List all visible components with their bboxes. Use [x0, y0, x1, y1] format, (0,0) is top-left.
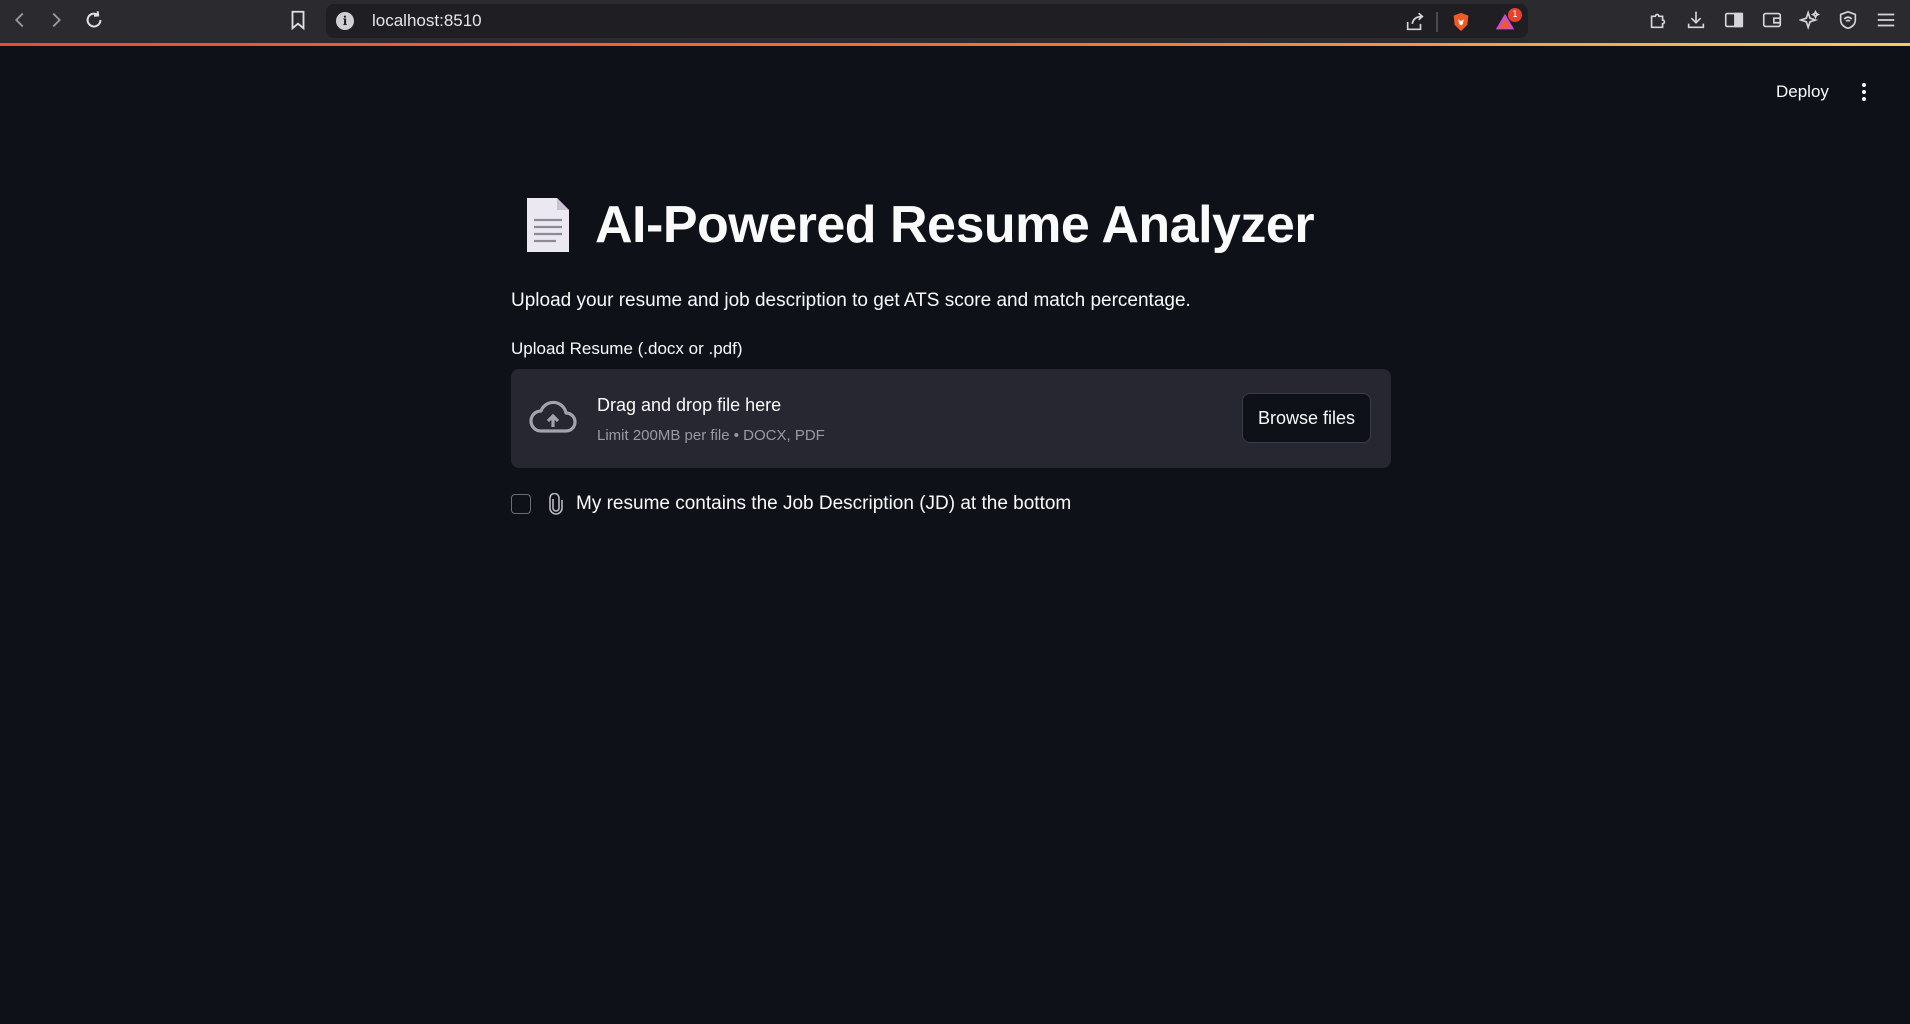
paperclip-icon: [549, 493, 563, 515]
loading-accent-line: [0, 43, 1910, 46]
address-bar[interactable]: i localhost:8510 1: [326, 4, 1528, 38]
file-dropzone[interactable]: Drag and drop file here Limit 200MB per …: [511, 369, 1391, 468]
jd-checkbox-row[interactable]: My resume contains the Job Description (…: [511, 492, 1391, 516]
cloud-upload-icon: [529, 400, 577, 433]
title-row: AI-Powered Resume Analyzer: [511, 190, 1391, 260]
bookmark-icon[interactable]: [286, 8, 310, 32]
notification-badge: 1: [1508, 8, 1522, 22]
back-icon[interactable]: [8, 8, 32, 32]
wallet-icon[interactable]: [1760, 8, 1784, 32]
reload-icon[interactable]: [82, 8, 106, 32]
extensions-icon[interactable]: [1646, 8, 1670, 32]
url-text[interactable]: localhost:8510: [372, 11, 482, 31]
page-title: AI-Powered Resume Analyzer: [595, 196, 1315, 254]
drop-instructions: Drag and drop file here: [597, 395, 782, 415]
document-icon: [527, 198, 569, 252]
jd-checkbox-label[interactable]: My resume contains the Job Description (…: [576, 493, 1071, 515]
hamburger-menu-icon[interactable]: [1874, 8, 1898, 32]
main-content: AI-Powered Resume Analyzer Upload your r…: [511, 190, 1391, 516]
more-options-icon[interactable]: [1852, 80, 1876, 104]
page-subtitle: Upload your resume and job description t…: [511, 290, 1191, 311]
leo-ai-icon[interactable]: [1798, 8, 1822, 32]
forward-icon[interactable]: [44, 8, 68, 32]
upload-label: Upload Resume (.docx or .pdf): [511, 339, 743, 358]
site-info-icon[interactable]: i: [336, 12, 354, 30]
share-icon[interactable]: [1404, 11, 1426, 33]
file-limit-text: Limit 200MB per file • DOCX, PDF: [597, 427, 825, 444]
brave-rewards-icon[interactable]: 1: [1494, 8, 1522, 33]
jd-checkbox[interactable]: [511, 494, 531, 514]
url-divider: [1436, 12, 1438, 32]
browser-toolbar: i localhost:8510 1: [0, 0, 1910, 46]
browse-files-button[interactable]: Browse files: [1241, 393, 1371, 443]
deploy-button[interactable]: Deploy: [1766, 78, 1839, 106]
vpn-shield-icon[interactable]: [1836, 8, 1860, 32]
download-icon[interactable]: [1684, 8, 1708, 32]
brave-shield-icon[interactable]: [1450, 11, 1472, 33]
sidebar-toggle-icon[interactable]: [1722, 8, 1746, 32]
